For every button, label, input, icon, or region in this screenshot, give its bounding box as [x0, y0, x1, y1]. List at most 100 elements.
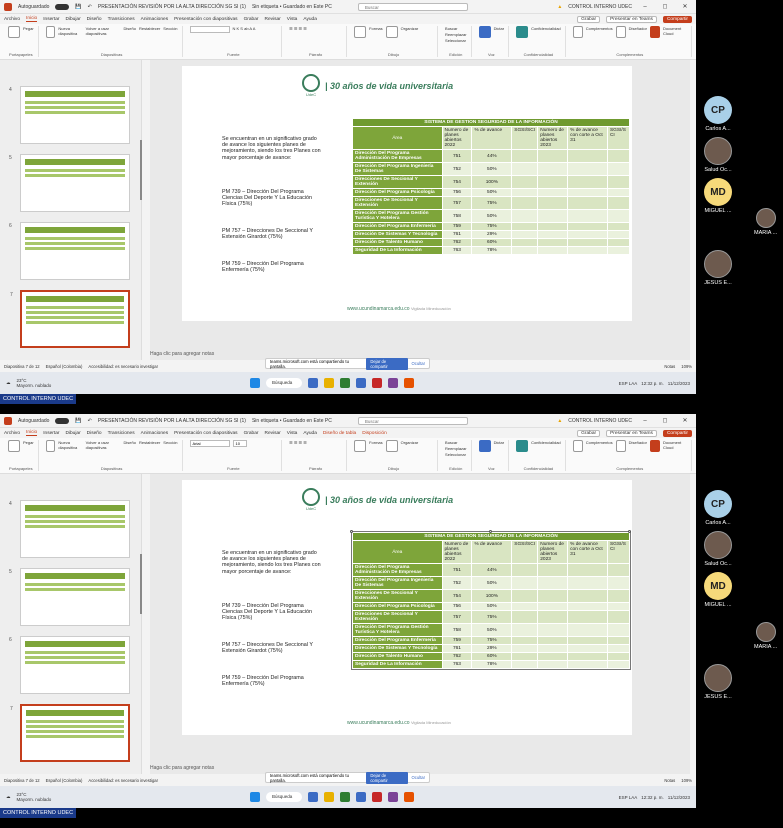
slide-thumbnail-7[interactable]: 7	[10, 290, 130, 348]
maximize-button[interactable]: ◻	[658, 417, 672, 424]
empty-cell[interactable]	[567, 196, 608, 210]
menu-design[interactable]: Diseño	[87, 17, 102, 22]
clock-time[interactable]: 12:32 p. m.	[641, 381, 664, 386]
plan-number-cell[interactable]: 761	[441, 230, 473, 239]
progress-cell[interactable]: 50%	[471, 188, 513, 197]
progress-cell[interactable]: 60%	[471, 238, 513, 247]
language-status[interactable]: Español (Colombia)	[46, 778, 83, 783]
teams-icon[interactable]	[388, 378, 398, 388]
empty-cell[interactable]	[567, 209, 608, 223]
plan-number-cell[interactable]: 751	[441, 563, 473, 577]
empty-cell[interactable]	[537, 610, 569, 624]
participant-tile[interactable]: Salud Oc...	[704, 137, 732, 173]
clock-date[interactable]: 11/12/2023	[668, 381, 690, 386]
participant-tile[interactable]: CP Carlos A...	[704, 96, 732, 132]
progress-cell[interactable]: 29%	[471, 644, 513, 653]
empty-cell[interactable]	[567, 623, 608, 637]
empty-cell[interactable]	[606, 623, 631, 637]
minimize-button[interactable]: –	[638, 418, 652, 424]
paragraph-icons[interactable]: ☰ ☰ ☰ ☰	[289, 440, 307, 445]
addins-icon[interactable]	[572, 440, 583, 452]
zoom-level[interactable]: 109%	[681, 778, 692, 783]
accessibility-status[interactable]: Accesibilidad: es necesario investigar	[88, 364, 158, 369]
empty-cell[interactable]	[537, 209, 569, 223]
record-button[interactable]: Grabar	[577, 15, 601, 23]
area-cell[interactable]: Dirección Del Programa Administración De…	[352, 149, 443, 163]
section-label[interactable]: Sección	[163, 26, 177, 31]
save-icon[interactable]: 💾	[75, 418, 81, 424]
empty-cell[interactable]	[567, 149, 608, 163]
empty-cell[interactable]	[606, 660, 631, 669]
menu-review[interactable]: Revisar	[265, 17, 281, 22]
chrome-icon[interactable]	[372, 378, 382, 388]
empty-cell[interactable]	[537, 230, 569, 239]
participant-tile[interactable]: JESUS E...	[704, 664, 732, 700]
area-cell[interactable]: Direcciones De Seccional Y Extensión	[352, 610, 443, 624]
paste-icon[interactable]	[8, 26, 20, 38]
find-button[interactable]: Buscar	[445, 440, 457, 445]
area-cell[interactable]: Seguridad De La Información	[352, 246, 443, 255]
designer-icon[interactable]	[615, 440, 626, 452]
clock-date[interactable]: 11/12/2023	[668, 795, 690, 800]
arrange-label[interactable]: Organizar	[401, 26, 419, 31]
designer-label[interactable]: Diseñador	[629, 26, 647, 31]
autosave-toggle[interactable]	[55, 417, 70, 424]
progress-cell[interactable]: 50%	[471, 209, 513, 223]
record-button[interactable]: Grabar	[577, 429, 601, 437]
empty-cell[interactable]	[606, 610, 631, 624]
plan-number-cell[interactable]: 756	[441, 188, 473, 197]
new-slide-icon[interactable]	[45, 440, 56, 452]
edge-icon[interactable]	[340, 792, 350, 802]
new-slide-label[interactable]: Nueva diapositiva	[58, 26, 82, 36]
task-view-icon[interactable]	[308, 792, 318, 802]
label-status[interactable]: Sin etiqueta • Guardado en Este PC	[252, 418, 332, 424]
empty-cell[interactable]	[537, 238, 569, 247]
empty-cell[interactable]	[606, 576, 631, 590]
hide-banner-button[interactable]: Ocultar	[412, 775, 426, 780]
area-cell[interactable]: Dirección De Talento Humano	[352, 652, 443, 661]
reset-label[interactable]: Restablecer	[139, 26, 160, 31]
empty-cell[interactable]	[567, 589, 608, 603]
menu-draw[interactable]: Dibujar	[65, 17, 80, 22]
thumbnail-scrollbar[interactable]	[140, 140, 142, 200]
reset-label[interactable]: Restablecer	[139, 440, 160, 445]
table-row[interactable]: Seguridad De La Información 763 78%	[352, 246, 631, 255]
table-row[interactable]: Direcciones De Seccional Y Extensión 754 1…	[352, 589, 631, 603]
selection-handle[interactable]	[489, 530, 492, 533]
participant-tile[interactable]: MD MIGUEL ...	[704, 178, 732, 214]
close-button[interactable]: ✕	[678, 3, 692, 10]
chrome-icon[interactable]	[372, 792, 382, 802]
weather-icon[interactable]: ☁	[6, 380, 11, 386]
autosave-toggle[interactable]	[55, 3, 70, 10]
area-cell[interactable]: Dirección De Sistemas Y Tecnología	[352, 230, 443, 239]
participant-tile[interactable]: JESUS E...	[704, 250, 732, 286]
plan-number-cell[interactable]: 759	[441, 222, 473, 231]
empty-cell[interactable]	[567, 175, 608, 189]
slide[interactable]: UdeC | 30 años de vida universitaria Se …	[182, 66, 632, 321]
table-row[interactable]: Direcciones De Seccional Y Extensión 757 7…	[352, 610, 631, 624]
progress-cell[interactable]: 78%	[471, 246, 513, 255]
table-row[interactable]: Seguridad De La Información 763 78%	[352, 660, 631, 669]
plan-number-cell[interactable]: 752	[441, 576, 473, 590]
hide-banner-button[interactable]: Ocultar	[412, 361, 426, 366]
empty-cell[interactable]	[606, 196, 631, 210]
empty-cell[interactable]	[537, 652, 569, 661]
stop-sharing-button[interactable]: Dejar de compartir	[366, 357, 408, 370]
menu-view[interactable]: Vista	[287, 431, 298, 436]
search-box[interactable]: Buscar	[357, 2, 468, 11]
font-name-box[interactable]	[189, 26, 230, 33]
thumbnail-scrollbar[interactable]	[140, 554, 142, 614]
acrobat-icon[interactable]	[649, 440, 660, 452]
slide-thumbnail-4[interactable]: 4	[9, 500, 130, 558]
menu-design[interactable]: Diseño	[87, 431, 102, 436]
slide[interactable]: UdeC | 30 años de vida universitaria Se …	[182, 480, 632, 735]
progress-cell[interactable]: 100%	[471, 589, 513, 603]
present-teams-button[interactable]: Presentar en Teams	[606, 429, 657, 437]
plan-number-cell[interactable]: 761	[441, 644, 473, 653]
empty-cell[interactable]	[537, 589, 569, 603]
area-cell[interactable]: Direcciones De Seccional Y Extensión	[352, 196, 443, 210]
plan-number-cell[interactable]: 757	[441, 196, 473, 210]
area-cell[interactable]: Dirección Del Programa Psicología	[352, 188, 443, 197]
menu-help[interactable]: Ayuda	[303, 431, 317, 436]
progress-cell[interactable]: 50%	[471, 576, 513, 590]
